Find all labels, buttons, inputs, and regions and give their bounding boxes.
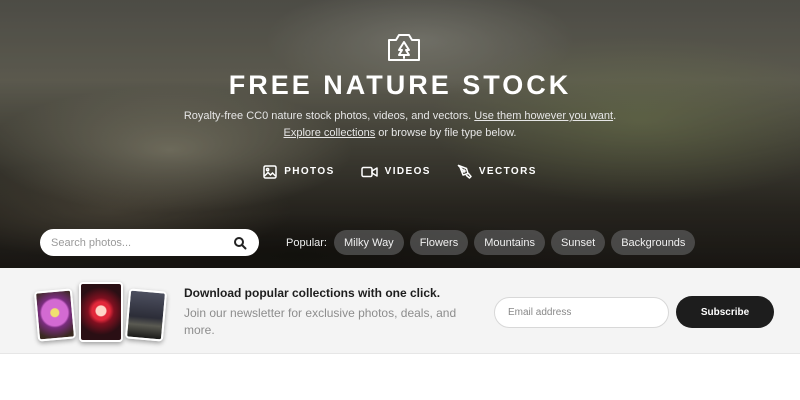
vectors-link[interactable]: VECTORS — [457, 164, 537, 179]
flower-thumbnail — [33, 288, 77, 342]
search-bar — [40, 229, 259, 256]
videos-link[interactable]: VIDEOS — [360, 164, 431, 179]
vectors-label: VECTORS — [478, 166, 537, 177]
tag-backgrounds[interactable]: Backgrounds — [611, 230, 696, 255]
page-title: FREE NATURE STOCK — [228, 70, 572, 100]
hero-subtitle: Royalty-free CC0 nature stock photos, vi… — [0, 108, 800, 142]
hero-subtitle-line-2: Explore collections or browse by file ty… — [0, 125, 800, 142]
image-icon — [263, 164, 277, 179]
camera-tree-icon[interactable] — [386, 31, 422, 63]
email-field[interactable] — [508, 307, 655, 318]
night-sky-thumbnail — [124, 288, 168, 342]
tag-sunset[interactable]: Sunset — [550, 230, 606, 255]
videos-label: VIDEOS — [384, 166, 431, 177]
usage-link[interactable]: Use them however you want — [474, 110, 613, 122]
hero-banner: FREE NATURE STOCK Royalty-free CC0 natur… — [0, 0, 800, 268]
explore-collections-link[interactable]: Explore collections — [284, 127, 376, 139]
tag-mountains[interactable]: Mountains — [474, 230, 545, 255]
subtitle-period: . — [613, 110, 617, 122]
subtitle-text: Royalty-free CC0 nature stock photos, vi… — [183, 110, 475, 122]
search-input[interactable] — [51, 236, 233, 249]
subscribe-button[interactable]: Subscribe — [676, 296, 774, 328]
popular-label: Popular: — [286, 236, 327, 249]
email-field-wrapper — [494, 297, 669, 328]
tag-flowers[interactable]: Flowers — [409, 230, 469, 255]
sunset-thumbnail — [79, 282, 123, 342]
file-type-nav: PHOTOS VIDEOS VECTORS — [0, 164, 800, 179]
subtitle-browse-text: or browse by file type below. — [375, 127, 517, 139]
hero-subtitle-line-1: Royalty-free CC0 nature stock photos, vi… — [0, 108, 800, 125]
video-camera-icon — [360, 166, 378, 177]
search-icon[interactable] — [233, 236, 247, 250]
newsletter-title: Download popular collections with one cl… — [184, 286, 441, 300]
photos-label: PHOTOS — [284, 166, 335, 177]
tag-milky-way[interactable]: Milky Way — [333, 230, 404, 255]
pen-tool-icon — [457, 164, 472, 179]
photos-link[interactable]: PHOTOS — [263, 164, 334, 179]
newsletter-text: Join our newsletter for exclusive photos… — [184, 306, 457, 337]
popular-tags: Popular: Milky Way Flowers Mountains Sun… — [286, 230, 696, 255]
